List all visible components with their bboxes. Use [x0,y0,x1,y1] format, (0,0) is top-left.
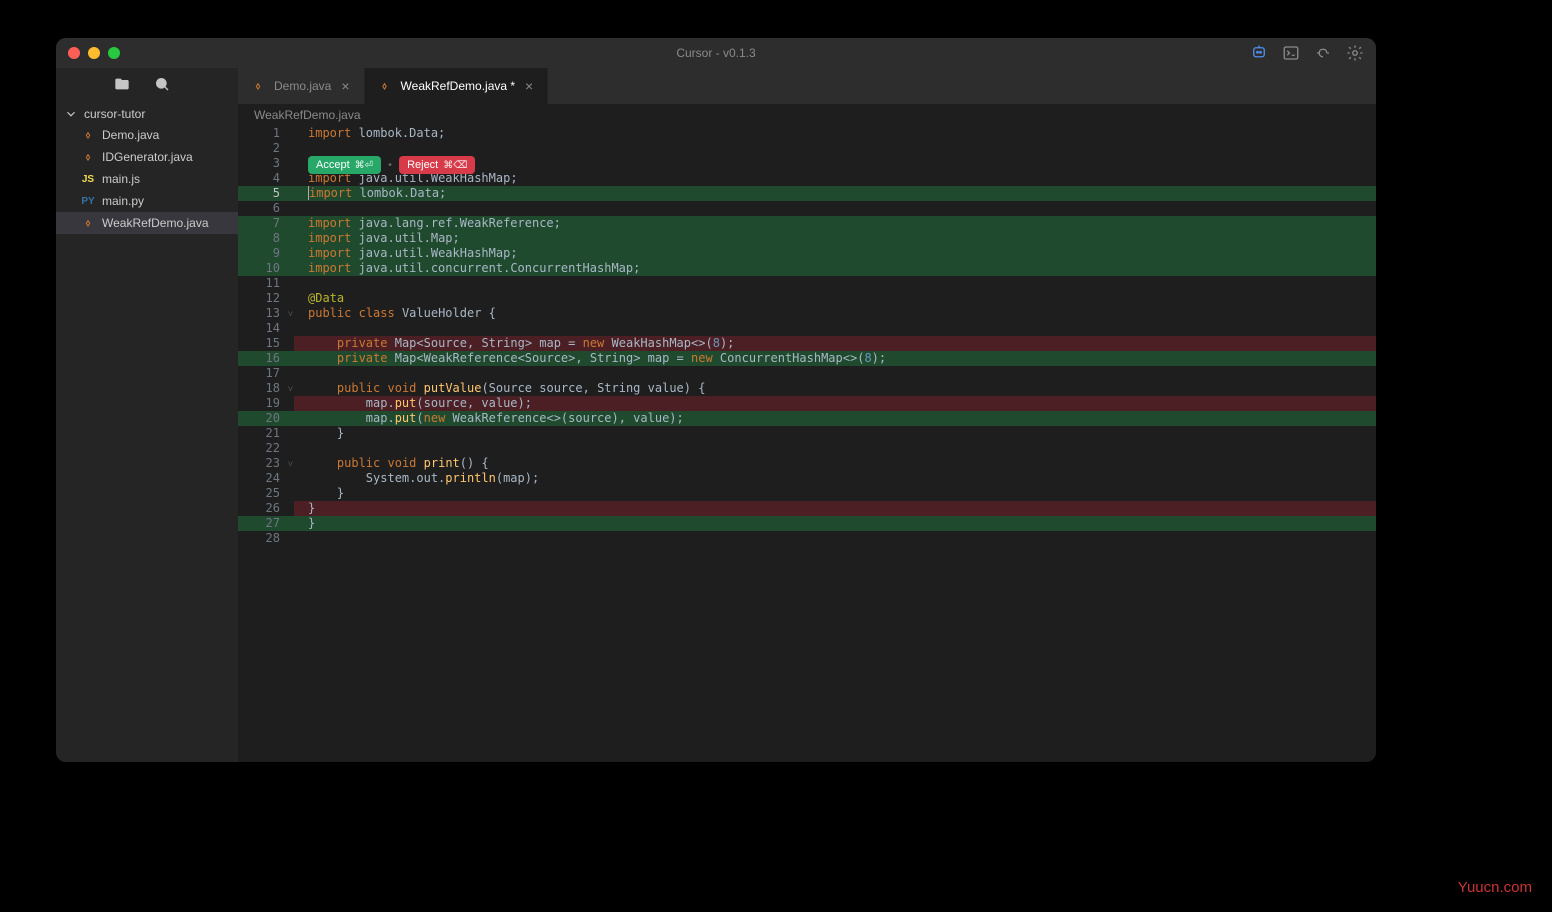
wave-icon[interactable] [1314,44,1332,62]
close-window-button[interactable] [68,47,80,59]
file-label: Demo.java [102,128,159,142]
breadcrumb[interactable]: WeakRefDemo.java [238,104,1376,126]
search-icon[interactable] [154,76,170,97]
file-tree: ⬨ Demo.java ⬨ IDGenerator.java JS main.j… [56,124,238,234]
file-item-weakrefdemo[interactable]: ⬨ WeakRefDemo.java [56,212,238,234]
sidebar-toolbar [56,68,238,104]
java-file-icon: ⬨ [80,152,96,163]
java-file-icon: ⬨ [377,81,393,92]
close-tab-icon[interactable]: × [339,78,351,94]
java-file-icon: ⬨ [80,130,96,141]
tab-bar: ⬨ Demo.java × ⬨ WeakRefDemo.java * × [238,68,1376,104]
settings-icon[interactable] [1346,44,1364,62]
file-item-mainjs[interactable]: JS main.js [56,168,238,190]
minimize-window-button[interactable] [88,47,100,59]
project-root[interactable]: cursor-tutor [56,104,238,124]
java-file-icon: ⬨ [80,218,96,229]
window-controls [68,47,120,59]
folder-icon[interactable] [114,76,130,97]
sidebar: cursor-tutor ⬨ Demo.java ⬨ IDGenerator.j… [56,68,238,762]
action-separator: • [385,160,395,171]
reject-button[interactable]: Reject ⌘⌫ [399,156,475,174]
tab-label: Demo.java [274,79,331,93]
line-number-gutter: 12345678910111213˅1415161718˅1920212223˅… [238,126,294,762]
watermark-text: Yuucn.com [1458,879,1532,896]
accept-shortcut: ⌘⏎ [355,160,373,171]
java-file-icon: ⬨ [250,81,266,92]
file-item-mainpy[interactable]: PY main.py [56,190,238,212]
accept-button[interactable]: Accept ⌘⏎ [308,156,381,174]
breadcrumb-text: WeakRefDemo.java [254,108,361,122]
inline-diff-actions: Accept ⌘⏎ • Reject ⌘⌫ [308,156,475,174]
file-label: WeakRefDemo.java [102,216,209,230]
titlebar: Cursor - v0.1.3 [56,38,1376,68]
reject-shortcut: ⌘⌫ [443,160,467,171]
close-tab-icon[interactable]: × [523,78,535,94]
tab-demo[interactable]: ⬨ Demo.java × [238,68,365,104]
accept-label: Accept [316,159,350,171]
file-label: IDGenerator.java [102,150,193,164]
reject-label: Reject [407,159,438,171]
project-name: cursor-tutor [84,107,145,121]
app-window: Cursor - v0.1.3 cursor-tutor [56,38,1376,762]
js-file-icon: JS [80,174,96,185]
ai-chat-icon[interactable] [1250,44,1268,62]
file-item-idgenerator[interactable]: ⬨ IDGenerator.java [56,146,238,168]
code-editor[interactable]: Accept ⌘⏎ • Reject ⌘⌫ 12345678910111213˅… [238,126,1376,762]
window-title: Cursor - v0.1.3 [676,46,755,60]
py-file-icon: PY [80,196,96,207]
code-content[interactable]: import lombok.Data;import java.util.Weak… [294,126,1376,762]
file-item-demo[interactable]: ⬨ Demo.java [56,124,238,146]
file-label: main.py [102,194,144,208]
tab-weakrefdemo[interactable]: ⬨ WeakRefDemo.java * × [365,68,549,104]
tab-label: WeakRefDemo.java * [401,79,516,93]
terminal-icon[interactable] [1282,44,1300,62]
editor-area: ⬨ Demo.java × ⬨ WeakRefDemo.java * × Wea… [238,68,1376,762]
maximize-window-button[interactable] [108,47,120,59]
titlebar-actions [1250,44,1364,62]
file-label: main.js [102,172,140,186]
